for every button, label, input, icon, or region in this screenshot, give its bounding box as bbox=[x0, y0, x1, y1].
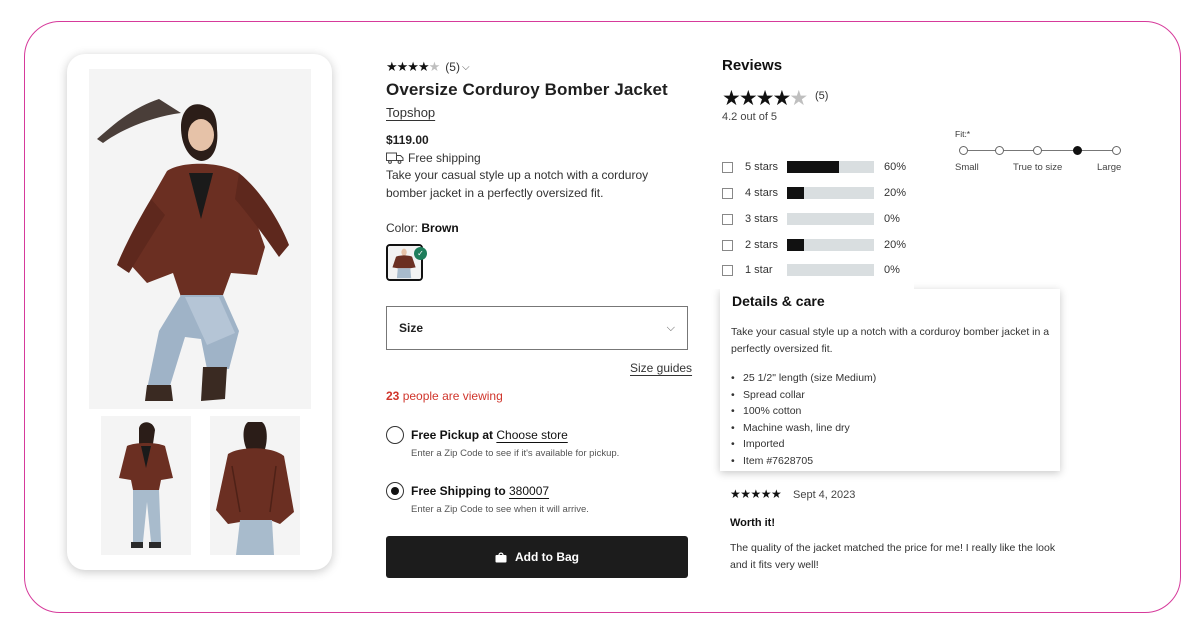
details-item: Machine wash, line dry bbox=[731, 420, 876, 437]
add-to-bag-button[interactable]: Add to Bag bbox=[386, 536, 688, 578]
size-dropdown[interactable]: Size ⌵ bbox=[386, 306, 688, 350]
reviews-heading: Reviews bbox=[722, 57, 783, 74]
rating-row[interactable]: 5 stars 60% bbox=[722, 160, 912, 174]
viewing-count-notice: 23 people are viewing bbox=[386, 389, 503, 403]
review-title: Worth it! bbox=[730, 517, 776, 529]
rating-percent: 20% bbox=[884, 187, 907, 199]
details-care-popover: Details & care Take your casual style up… bbox=[720, 289, 1060, 471]
fit-step bbox=[1033, 146, 1042, 155]
zip-code-link[interactable]: 380007 bbox=[509, 484, 549, 498]
brand-link[interactable]: Topshop bbox=[386, 105, 435, 120]
review-stars-icon: ★★★★★ bbox=[730, 487, 782, 501]
check-icon: ✓ bbox=[414, 247, 427, 260]
shipping-radio[interactable] bbox=[386, 482, 404, 500]
shipping-title: Free Shipping to 380007 bbox=[411, 484, 550, 498]
rating-bar-fill bbox=[787, 187, 805, 199]
color-label: Color: Brown bbox=[386, 221, 459, 235]
rating-filter-checkbox[interactable] bbox=[722, 264, 733, 276]
rating-bar bbox=[787, 161, 874, 173]
rating-filter-checkbox[interactable] bbox=[722, 239, 733, 251]
shipping-text: Free shipping bbox=[408, 151, 481, 165]
add-to-bag-label: Add to Bag bbox=[515, 550, 579, 564]
size-guides-link[interactable]: Size guides bbox=[630, 361, 692, 375]
fit-large-label: Large bbox=[1097, 162, 1122, 173]
rating-bar bbox=[787, 239, 874, 251]
fit-step-selected bbox=[1073, 146, 1082, 155]
rating-bar-fill bbox=[787, 239, 805, 251]
details-item: Spread collar bbox=[731, 387, 876, 404]
rating-row[interactable]: 2 stars 20% bbox=[722, 238, 912, 252]
average-rating-text: 4.2 out of 5 bbox=[722, 111, 778, 123]
rating-percent: 0% bbox=[884, 264, 900, 276]
shopping-bag-icon bbox=[495, 552, 507, 562]
fit-label: Fit:* bbox=[955, 129, 971, 139]
details-item: 25 1/2" length (size Medium) bbox=[731, 370, 876, 387]
fit-true-label: True to size bbox=[1013, 162, 1063, 173]
size-dropdown-label: Size bbox=[399, 321, 424, 335]
thumbnail-back[interactable] bbox=[210, 416, 300, 555]
free-shipping-note: Free shipping bbox=[386, 151, 688, 165]
rating-percent: 60% bbox=[884, 161, 907, 173]
shipping-subtext: Enter a Zip Code to see when it will arr… bbox=[411, 504, 589, 515]
rating-bar-fill bbox=[787, 161, 840, 173]
rating-bar bbox=[787, 213, 874, 225]
rating-row[interactable]: 4 stars 20% bbox=[722, 186, 912, 200]
rating-filter-checkbox[interactable] bbox=[722, 213, 733, 225]
fit-step bbox=[959, 146, 968, 155]
main-product-image[interactable] bbox=[89, 69, 311, 409]
fit-step bbox=[995, 146, 1004, 155]
fit-scale: Fit:* Small True to size Large bbox=[955, 129, 1125, 179]
rating-label: 3 stars bbox=[745, 213, 779, 225]
rating-percent: 0% bbox=[884, 213, 900, 225]
product-title: Oversize Corduroy Bomber Jacket bbox=[386, 80, 668, 99]
rating-percent: 20% bbox=[884, 239, 907, 251]
rating-bar bbox=[787, 187, 874, 199]
reviews-count: (5) bbox=[815, 90, 829, 102]
product-info: ★★★★★ (5) ⌵ Oversize Corduroy Bomber Jac… bbox=[386, 58, 688, 281]
product-price: $119.00 bbox=[386, 133, 429, 147]
rating-filter-checkbox[interactable] bbox=[722, 161, 733, 173]
color-value: Brown bbox=[421, 221, 459, 235]
chevron-down-icon: ⌵ bbox=[666, 321, 675, 334]
review-body: The quality of the jacket matched the pr… bbox=[730, 542, 1056, 571]
product-gallery bbox=[67, 54, 332, 570]
fit-step bbox=[1112, 146, 1121, 155]
truck-icon bbox=[386, 152, 404, 164]
pickup-subtext: Enter a Zip Code to see if it's availabl… bbox=[411, 448, 620, 459]
details-description: Take your casual style up a notch with a… bbox=[731, 326, 1050, 355]
review-count: (5) bbox=[445, 60, 460, 74]
pickup-radio[interactable] bbox=[386, 426, 404, 444]
details-list: 25 1/2" length (size Medium) Spread coll… bbox=[731, 370, 876, 469]
rating-filter-checkbox[interactable] bbox=[722, 187, 733, 199]
chevron-down-icon: ⌵ bbox=[461, 61, 470, 73]
rating-row[interactable]: 3 stars 0% bbox=[722, 212, 912, 226]
fit-small-label: Small bbox=[955, 162, 979, 173]
rating-label: 5 stars bbox=[745, 161, 779, 173]
rating-stars-icon: ★★★★★ bbox=[386, 59, 440, 74]
rating-label: 4 stars bbox=[745, 187, 779, 199]
review-date: Sept 4, 2023 bbox=[793, 489, 856, 501]
product-description: Take your casual style up a notch with a… bbox=[386, 168, 649, 200]
choose-store-link[interactable]: Choose store bbox=[496, 428, 567, 442]
average-rating-stars-icon: ★★★★★ bbox=[722, 87, 808, 110]
details-item: Item #7628705 bbox=[731, 453, 876, 470]
rating-row[interactable]: 1 star 0% bbox=[722, 263, 912, 277]
product-rating[interactable]: ★★★★★ (5) ⌵ bbox=[386, 58, 688, 76]
details-item: 100% cotton bbox=[731, 403, 876, 420]
rating-bar bbox=[787, 264, 874, 276]
thumbnail-front[interactable] bbox=[101, 416, 191, 555]
rating-label: 1 star bbox=[745, 264, 773, 276]
details-item: Imported bbox=[731, 436, 876, 453]
breakdown-overlap-mask bbox=[712, 278, 914, 289]
rating-label: 2 stars bbox=[745, 239, 779, 251]
details-title: Details & care bbox=[732, 293, 825, 309]
pickup-title: Free Pickup at Choose store bbox=[411, 428, 568, 442]
